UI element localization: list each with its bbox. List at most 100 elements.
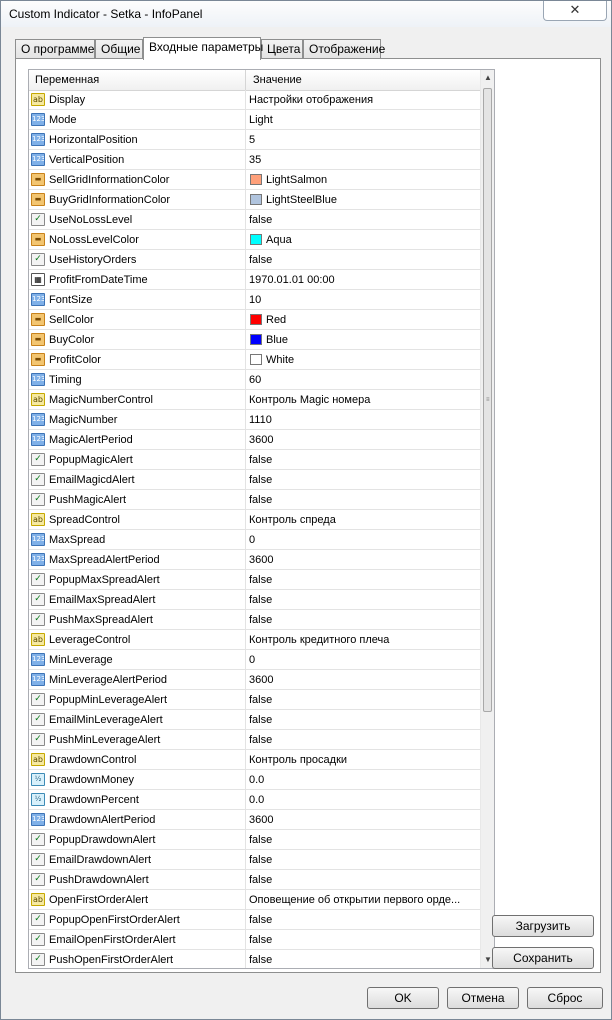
close-button[interactable]: ✕ [543,1,607,21]
parameter-row[interactable]: 123 MinLeverage 0 [29,650,480,670]
parameter-value[interactable]: 3600 [249,434,273,446]
parameter-row[interactable]: 123 MaxSpread 0 [29,530,480,550]
parameter-value[interactable]: LightSteelBlue [266,194,337,206]
parameter-row[interactable]: ✓ EmailMinLeverageAlert false [29,710,480,730]
parameter-row[interactable]: ½ DrawdownMoney 0.0 [29,770,480,790]
parameter-value[interactable]: 3600 [249,674,273,686]
parameter-value[interactable]: false [249,694,272,706]
tab-input-parameters[interactable]: Входные параметры [143,37,263,60]
parameter-value[interactable]: 3600 [249,554,273,566]
tab-general[interactable]: Общие [95,39,143,59]
parameter-row[interactable]: 123 MaxSpreadAlertPeriod 3600 [29,550,480,570]
parameter-value[interactable]: false [249,454,272,466]
parameter-row[interactable]: ✓ UseNoLossLevel false [29,210,480,230]
parameter-value[interactable]: false [249,714,272,726]
parameter-value[interactable]: Red [266,314,286,326]
parameter-value[interactable]: false [249,574,272,586]
parameter-value[interactable]: Оповещение об открытии первого орде... [249,894,460,906]
parameter-row[interactable]: ✓ PopupMagicAlert false [29,450,480,470]
parameter-row[interactable]: ▬ SellGridInformationColor LightSalmon [29,170,480,190]
parameter-value[interactable]: false [249,254,272,266]
column-header-value[interactable]: Значение [253,74,302,86]
parameter-row[interactable]: ab MagicNumberControl Контроль Magic номер… [29,390,480,410]
parameter-row[interactable]: ▬ ProfitColor White [29,350,480,370]
parameter-value[interactable]: false [249,854,272,866]
parameter-row[interactable]: ✓ EmailDrawdownAlert false [29,850,480,870]
parameter-value[interactable]: Light [249,114,273,126]
parameter-row[interactable]: 123 MagicNumber 1110 [29,410,480,430]
parameter-row[interactable]: ✓ PopupMaxSpreadAlert false [29,570,480,590]
cancel-button[interactable]: Отмена [447,987,519,1009]
parameter-row[interactable]: 123 VerticalPosition 35 [29,150,480,170]
save-button[interactable]: Сохранить [492,947,594,969]
parameter-row[interactable]: 123 HorizontalPosition 5 [29,130,480,150]
scroll-up-icon[interactable]: ▲ [481,70,494,86]
parameter-value[interactable]: false [249,954,272,966]
parameter-row[interactable]: 123 DrawdownAlertPeriod 3600 [29,810,480,830]
grid-scrollbar[interactable]: ▲ ≡ ▼ [480,70,494,968]
parameter-row[interactable]: 123 Mode Light [29,110,480,130]
parameter-value[interactable]: White [266,354,294,366]
parameter-value[interactable]: LightSalmon [266,174,327,186]
parameter-value[interactable]: 0.0 [249,794,264,806]
tab-colors[interactable]: Цвета [261,39,303,59]
parameter-value[interactable]: Aqua [266,234,292,246]
parameter-row[interactable]: ½ DrawdownPercent 0.0 [29,790,480,810]
parameter-row[interactable]: ▬ SellColor Red [29,310,480,330]
parameter-row[interactable]: ab Display Настройки отображения [29,90,480,110]
parameter-row[interactable]: ✓ PopupDrawdownAlert false [29,830,480,850]
parameter-value[interactable]: 1110 [249,414,272,426]
parameter-value[interactable]: Настройки отображения [249,94,373,106]
parameter-value[interactable]: 0 [249,534,255,546]
parameter-row[interactable]: ▬ BuyGridInformationColor LightSteelBlue [29,190,480,210]
parameter-row[interactable]: ▬ NoLossLevelColor Aqua [29,230,480,250]
parameter-row[interactable]: 123 Timing 60 [29,370,480,390]
parameter-value[interactable]: Контроль просадки [249,754,347,766]
parameter-row[interactable]: ab SpreadControl Контроль спреда [29,510,480,530]
parameter-value[interactable]: false [249,914,272,926]
ok-button[interactable]: OK [367,987,439,1009]
parameter-row[interactable]: ab LeverageControl Контроль кредитного пле… [29,630,480,650]
tab-about[interactable]: О программе [15,39,95,59]
parameter-row[interactable]: ✓ PushMagicAlert false [29,490,480,510]
parameter-row[interactable]: ✓ EmailOpenFirstOrderAlert false [29,930,480,950]
tab-display[interactable]: Отображение [303,39,385,59]
parameter-row[interactable]: 123 MinLeverageAlertPeriod 3600 [29,670,480,690]
load-button[interactable]: Загрузить [492,915,594,937]
header-divider[interactable] [245,70,246,90]
parameter-value[interactable]: false [249,614,272,626]
parameter-row[interactable]: ab OpenFirstOrderAlert Оповещение об откры… [29,890,480,910]
parameter-row[interactable]: 123 MagicAlertPeriod 3600 [29,430,480,450]
parameter-value[interactable]: Контроль кредитного плеча [249,634,389,646]
column-header-variable[interactable]: Переменная [35,74,99,86]
parameter-row[interactable]: 123 FontSize 10 [29,290,480,310]
parameter-value[interactable]: Blue [266,334,288,346]
parameter-value[interactable]: false [249,474,272,486]
parameter-row[interactable]: ▦ ProfitFromDateTime 1970.01.01 00:00 [29,270,480,290]
parameter-row[interactable]: ✓ PopupMinLeverageAlert false [29,690,480,710]
parameter-value[interactable]: false [249,874,272,886]
parameter-value[interactable]: 10 [249,294,261,306]
parameter-value[interactable]: Контроль спреда [249,514,336,526]
scroll-thumb[interactable]: ≡ [483,88,492,712]
reset-button[interactable]: Сброс [527,987,603,1009]
parameter-row[interactable]: ✓ EmailMagicdAlert false [29,470,480,490]
parameter-row[interactable]: ✓ PopupOpenFirstOrderAlert false [29,910,480,930]
parameter-value[interactable]: false [249,494,272,506]
parameter-row[interactable]: ▬ BuyColor Blue [29,330,480,350]
parameter-value[interactable]: 0.0 [249,774,264,786]
parameter-value[interactable]: false [249,834,272,846]
parameter-value[interactable]: false [249,594,272,606]
parameter-value[interactable]: 1970.01.01 00:00 [249,274,335,286]
parameter-row[interactable]: ✓ PushMaxSpreadAlert false [29,610,480,630]
parameter-value[interactable]: 5 [249,134,255,146]
parameter-value[interactable]: 3600 [249,814,273,826]
parameter-value[interactable]: Контроль Magic номера [249,394,370,406]
parameter-row[interactable]: ✓ EmailMaxSpreadAlert false [29,590,480,610]
parameter-value[interactable]: false [249,734,272,746]
parameter-value[interactable]: 60 [249,374,261,386]
parameter-row[interactable]: ✓ UseHistoryOrders false [29,250,480,270]
parameter-row[interactable]: ✓ PushMinLeverageAlert false [29,730,480,750]
parameter-row[interactable]: ✓ PushOpenFirstOrderAlert false [29,950,480,968]
parameter-row[interactable]: ab DrawdownControl Контроль просадки [29,750,480,770]
